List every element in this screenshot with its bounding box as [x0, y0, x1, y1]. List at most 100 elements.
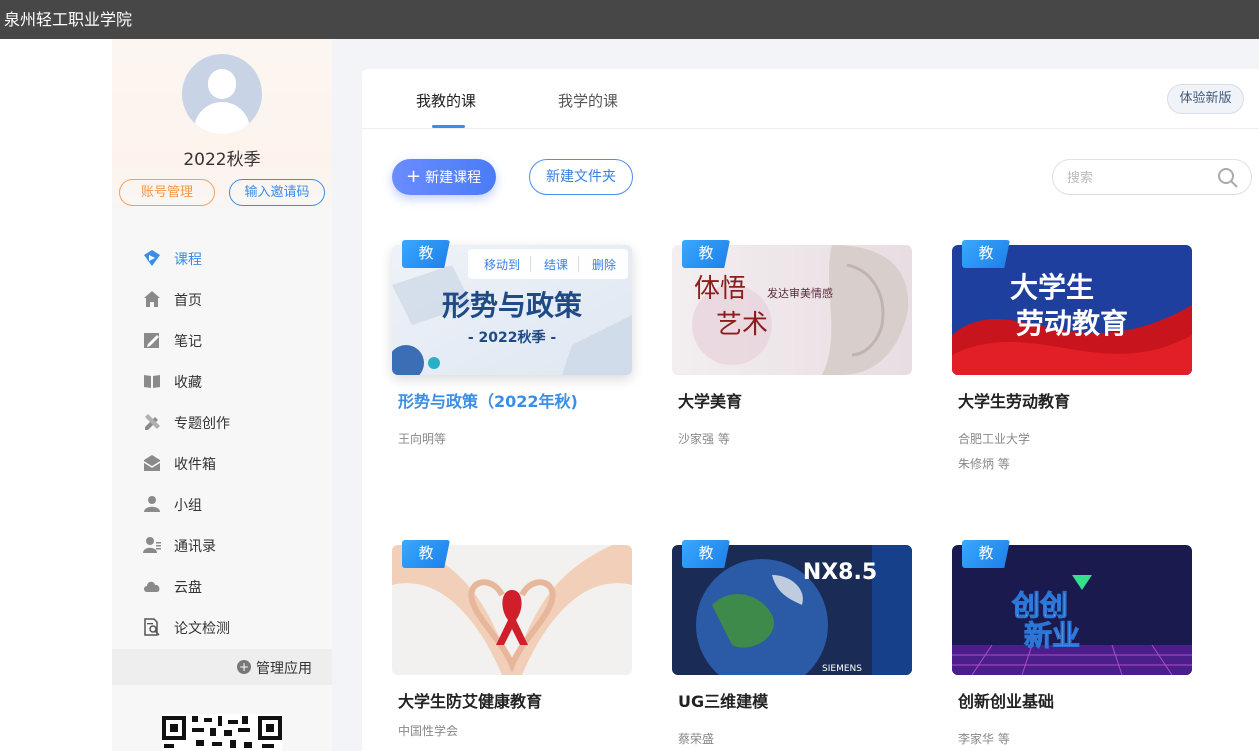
- course-teacher: 朱修炳 等: [958, 457, 1010, 471]
- teach-badge: 教: [962, 240, 1010, 268]
- course-card[interactable]: 体悟 艺术 发达审美情感 教 大学美育 沙家强 等: [672, 240, 912, 465]
- user-icon: [144, 496, 160, 512]
- search-box: [1052, 159, 1252, 195]
- cover-title: NX8.5: [803, 560, 877, 585]
- sidebar-item-label: 收藏: [174, 375, 202, 391]
- teach-badge: 教: [402, 540, 450, 568]
- course-tabs: 我教的课 我学的课 体验新版: [362, 69, 1259, 129]
- teach-badge: 教: [682, 240, 730, 268]
- sidebar-item-label: 专题创作: [174, 416, 230, 432]
- sidebar-item-label: 论文检测: [174, 621, 230, 637]
- enter-invite-code-button[interactable]: 输入邀请码: [229, 179, 325, 206]
- cover-title-2: 新业: [1024, 619, 1080, 652]
- teach-badge: 教: [962, 540, 1010, 568]
- course-card[interactable]: 大学生 劳动教育 教 大学生劳动教育 合肥工业大学 朱修炳 等: [952, 240, 1192, 471]
- action-divider: [578, 256, 579, 272]
- profile-card: 2022秋季 账号管理 输入邀请码: [112, 39, 332, 217]
- plus-icon: +: [406, 166, 422, 187]
- search-input[interactable]: [1067, 168, 1217, 188]
- course-title[interactable]: 大学美育: [678, 388, 742, 412]
- course-school: 中国性学会: [398, 724, 459, 738]
- avatar[interactable]: [182, 54, 262, 134]
- search-icon[interactable]: [1217, 167, 1239, 189]
- sidebar-item-label: 首页: [174, 293, 202, 309]
- sidebar-item-label: 笔记: [174, 334, 202, 350]
- cover-subtitle: 发达审美情感: [767, 286, 833, 300]
- new-folder-button[interactable]: 新建文件夹: [529, 159, 633, 195]
- cover-title: 大学生: [1010, 271, 1094, 304]
- new-course-button[interactable]: + 新建课程: [392, 159, 496, 195]
- cover-title: 形势与政策: [442, 289, 582, 322]
- new-course-label: 新建课程: [425, 170, 482, 186]
- course-school: 合肥工业大学: [958, 432, 1031, 446]
- document-search-icon: [144, 618, 160, 636]
- cover-title: 体悟: [694, 274, 746, 304]
- course-teacher: 李家华 等: [958, 732, 1010, 746]
- course-card[interactable]: 形势与政策 - 2022秋季 - 移动到 结课 删除 教 形势与政策（2022年…: [392, 240, 632, 465]
- delete-button[interactable]: 删除: [592, 256, 616, 273]
- active-tab-indicator: [432, 125, 465, 128]
- course-card[interactable]: NX8.5 SIEMENS 教 UG三维建模 蔡荣盛: [672, 540, 912, 751]
- course-title[interactable]: UG三维建模: [678, 688, 768, 712]
- action-divider: [530, 256, 531, 272]
- teach-badge: 教: [682, 540, 730, 568]
- window-title-bar: 泉州轻工职业学院: [0, 0, 1259, 39]
- course-card-actions: 移动到 结课 删除: [468, 249, 628, 279]
- course-title[interactable]: 创新创业基础: [958, 688, 1054, 712]
- sidebar-item-label: 云盘: [174, 580, 202, 596]
- home-icon: [144, 291, 160, 307]
- sidebar: 2022秋季 账号管理 输入邀请码 课程 首页 笔记 收藏 专题创作 收件箱 小…: [112, 39, 332, 751]
- sidebar-item-topic-creation[interactable]: 专题创作: [112, 402, 332, 443]
- tab-teaching-courses[interactable]: 我教的课: [416, 90, 476, 111]
- cover-subtitle: SIEMENS: [822, 664, 862, 674]
- cover-title: 创创: [1011, 589, 1068, 622]
- course-teacher: 沙家强 等: [678, 432, 730, 446]
- window-title: 泉州轻工职业学院: [4, 10, 133, 29]
- course-title[interactable]: 大学生防艾健康教育: [398, 688, 542, 712]
- try-new-version-button[interactable]: 体验新版: [1167, 84, 1244, 114]
- sidebar-item-label: 课程: [174, 252, 202, 268]
- sidebar-item-label: 小组: [174, 498, 202, 514]
- sidebar-item-group[interactable]: 小组: [112, 484, 332, 525]
- contacts-icon: [143, 537, 161, 553]
- tab-learning-courses[interactable]: 我学的课: [558, 90, 618, 111]
- course-title[interactable]: 大学生劳动教育: [958, 388, 1070, 412]
- account-management-button[interactable]: 账号管理: [119, 179, 215, 206]
- teach-badge: 教: [402, 240, 450, 268]
- main-panel: 我教的课 我学的课 体验新版 +新建课程 新建文件夹 形势与政策 - 2022秋…: [362, 69, 1259, 751]
- sidebar-item-course[interactable]: 课程: [112, 238, 332, 279]
- pencil-ruler-icon: [145, 414, 160, 430]
- mail-icon: [143, 455, 161, 471]
- avatar-head-shape: [208, 69, 236, 99]
- cover-title-2: 劳动教育: [1016, 307, 1128, 340]
- sidebar-item-favorites[interactable]: 收藏: [112, 361, 332, 402]
- course-title[interactable]: 形势与政策（2022年秋): [398, 388, 578, 412]
- plus-circle-icon: +: [237, 660, 251, 674]
- cover-title-2: 艺术: [716, 310, 768, 340]
- course-teacher: 蔡荣盛: [678, 732, 715, 746]
- book-icon: [144, 375, 160, 388]
- sidebar-item-inbox[interactable]: 收件箱: [112, 443, 332, 484]
- sidebar-item-cloud[interactable]: 云盘: [112, 566, 332, 607]
- course-teacher: 王向明等: [398, 432, 447, 446]
- course-card[interactable]: 教 大学生防艾健康教育 中国性学会: [392, 540, 632, 751]
- finish-course-button[interactable]: 结课: [544, 256, 568, 273]
- cloud-icon: [144, 581, 160, 592]
- move-to-button[interactable]: 移动到: [484, 256, 520, 273]
- avatar-body-shape: [194, 102, 250, 134]
- sidebar-item-home[interactable]: 首页: [112, 279, 332, 320]
- course-card[interactable]: 创创 新业 教 创新创业基础 李家华 等: [952, 540, 1192, 751]
- sidebar-item-notes[interactable]: 笔记: [112, 320, 332, 361]
- manage-apps-button[interactable]: + 管理应用: [112, 649, 332, 685]
- sidebar-item-contacts[interactable]: 通讯录: [112, 525, 332, 566]
- left-margin: [0, 39, 112, 751]
- sidebar-item-label: 收件箱: [174, 457, 216, 473]
- sidebar-item-label: 通讯录: [174, 539, 216, 555]
- user-name: 2022秋季: [183, 150, 261, 170]
- qr-code: [162, 714, 282, 751]
- course-icon: [144, 250, 160, 266]
- note-icon: [144, 333, 159, 348]
- manage-apps-label: 管理应用: [256, 661, 312, 677]
- sidebar-item-thesis-check[interactable]: 论文检测: [112, 607, 332, 648]
- cover-subtitle: - 2022秋季 -: [468, 329, 557, 346]
